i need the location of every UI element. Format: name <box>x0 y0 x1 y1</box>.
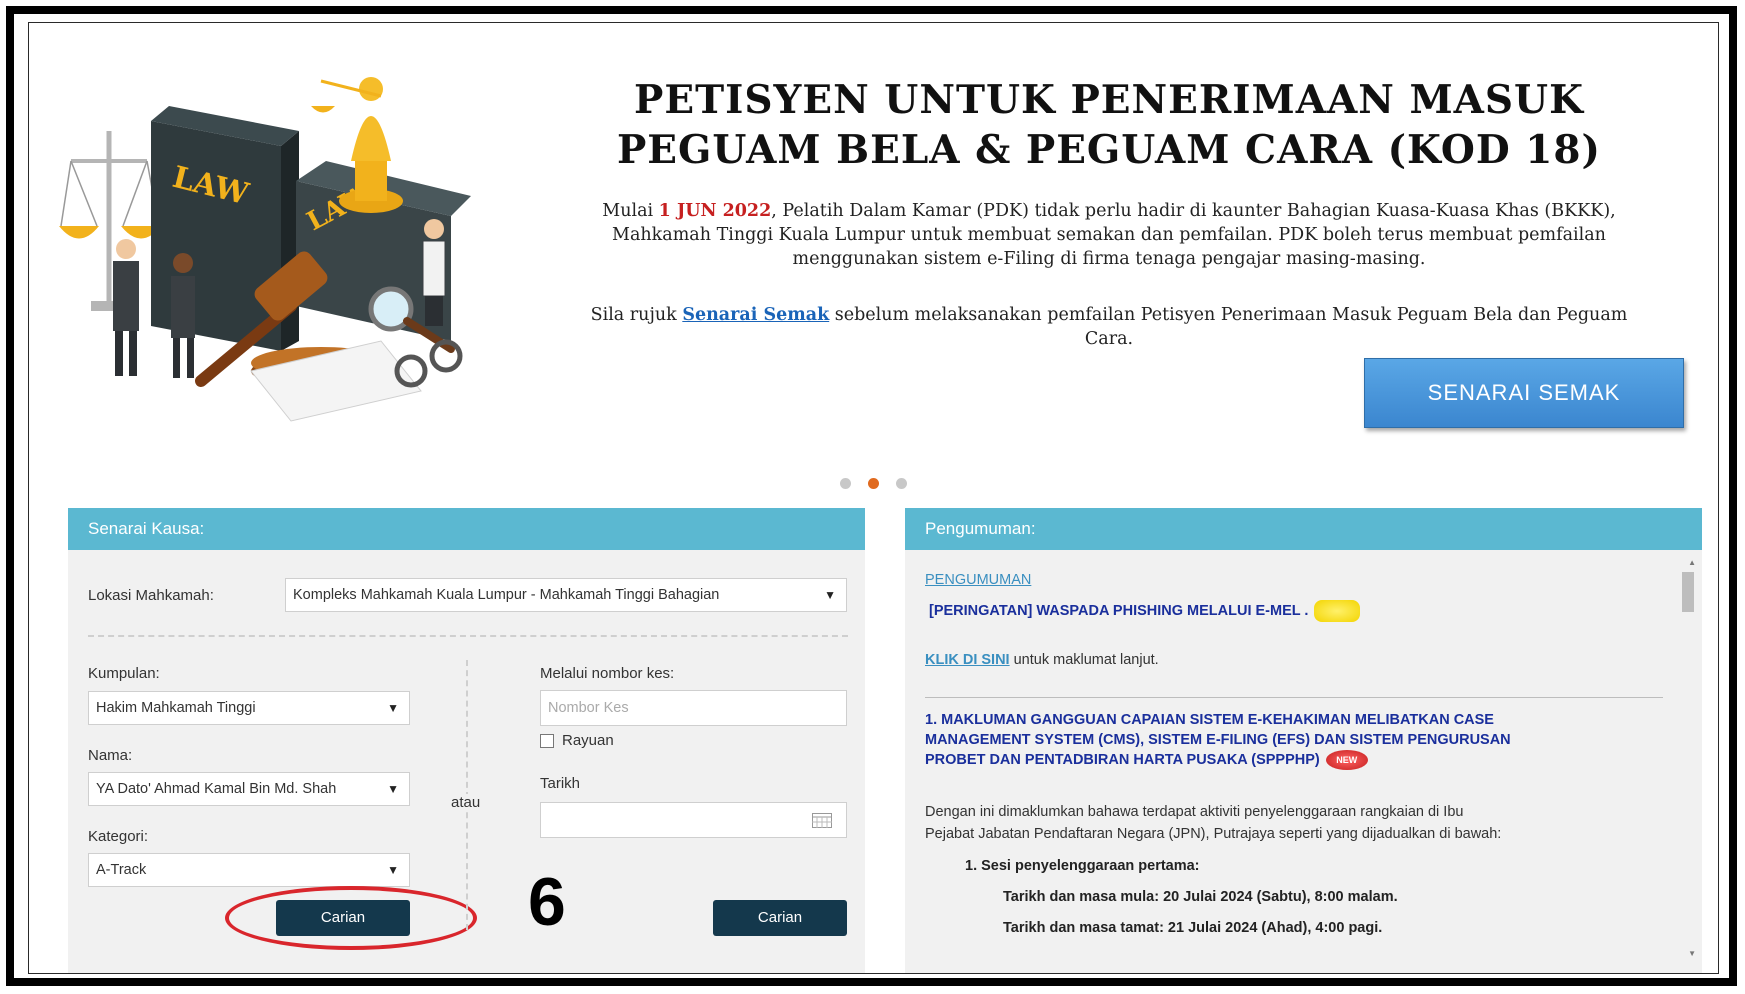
scales-icon <box>59 131 161 311</box>
banner-title-line1: PETISYEN UNTUK PENERIMAAN MASUK <box>634 77 1584 123</box>
scrollbar-thumb[interactable] <box>1682 572 1694 612</box>
notice-1-line3: PROBET DAN PENTADBIRAN HARTA PUSAKA (SPP… <box>925 750 1368 771</box>
notice-1-line2: MANAGEMENT SYSTEM (CMS), SISTEM E-FILING… <box>925 732 1511 748</box>
pengumuman-header: Pengumuman: <box>905 508 1702 550</box>
lokasi-value: Kompleks Mahkamah Kuala Lumpur - Mahkama… <box>293 587 720 603</box>
carian-button-right[interactable]: Carian <box>713 900 847 936</box>
lokasi-label: Lokasi Mahkamah: <box>88 587 214 604</box>
pengumuman-content[interactable]: PENGUMUMAN [PERINGATAN] WASPADA PHISHING… <box>905 550 1702 973</box>
sesi-1: 1. Sesi penyelenggaraan pertama: <box>965 858 1200 874</box>
tarikh-input[interactable] <box>540 802 847 838</box>
highlight-ellipse <box>225 886 477 950</box>
tarikh-mula: Tarikh dan masa mula: 20 Julai 2024 (Sab… <box>1003 889 1398 905</box>
nombor-kes-label: Melalui nombor kes: <box>540 665 675 682</box>
scroll-down-icon[interactable]: ▼ <box>1688 949 1696 958</box>
nama-select[interactable]: YA Dato' Ahmad Kamal Bin Md. Shah ▼ <box>88 772 410 806</box>
rayuan-label: Rayuan <box>562 732 614 749</box>
para2-rest: sebelum melaksanakan pemfailan Petisyen … <box>829 305 1628 349</box>
banner-paragraph-2: Sila rujuk Senarai Semak sebelum melaksa… <box>569 303 1649 351</box>
kategori-select[interactable]: A-Track ▼ <box>88 853 410 887</box>
pengumuman-title-link[interactable]: PENGUMUMAN <box>925 570 1031 591</box>
banner-title-line2: PEGUAM BELA & PEGUAM CARA (KOD 18) <box>616 127 1602 173</box>
divider <box>88 635 848 637</box>
chevron-down-icon: ▼ <box>824 588 836 602</box>
new-badge-icon: NEW <box>1325 750 1368 771</box>
page: LAW LAW PETISYEN UNTUK PENERIMAAN MASUK … <box>28 22 1719 974</box>
screenshot-frame: LAW LAW PETISYEN UNTUK PENERIMAAN MASUK … <box>6 6 1737 986</box>
klik-rest: untuk maklumat lanjut. <box>1009 652 1159 668</box>
warning-text: [PERINGATAN] WASPADA PHISHING MELALUI E-… <box>929 602 1309 619</box>
notice-1-text: PROBET DAN PENTADBIRAN HARTA PUSAKA (SPP… <box>925 752 1320 768</box>
kategori-value: A-Track <box>96 862 147 878</box>
senarai-semak-link[interactable]: Senarai Semak <box>682 305 829 325</box>
senarai-semak-button[interactable]: SENARAI SEMAK <box>1364 358 1684 428</box>
chevron-down-icon: ▼ <box>387 701 399 715</box>
chevron-down-icon: ▼ <box>387 782 399 796</box>
klik-line: KLIK DI SINI untuk maklumat lanjut. <box>925 650 1159 671</box>
separator <box>925 697 1663 698</box>
senarai-kausa-panel: Senarai Kausa: Lokasi Mahkamah: Kompleks… <box>68 508 865 973</box>
atau-label: atau <box>451 794 481 811</box>
scrollbar[interactable]: ▲ ▼ <box>1684 558 1698 958</box>
carousel-dot-2[interactable] <box>868 478 879 489</box>
kategori-label: Kategori: <box>88 828 149 845</box>
tarikh-label: Tarikh <box>540 775 581 792</box>
klik-di-sini-link[interactable]: KLIK DI SINI <box>925 652 1010 668</box>
notice-1-line1: 1. MAKLUMAN GANGGUAN CAPAIAN SISTEM E-KE… <box>925 712 1494 728</box>
important-badge-icon <box>1314 600 1361 622</box>
rayuan-checkbox[interactable] <box>540 734 554 748</box>
tarikh-tamat: Tarikh dan masa tamat: 21 Julai 2024 (Ah… <box>1003 920 1383 936</box>
banner-paragraph-1: Mulai 1 JUN 2022, Pelatih Dalam Kamar (P… <box>569 199 1649 271</box>
chevron-down-icon: ▼ <box>387 863 399 877</box>
kumpulan-value: Hakim Mahkamah Tinggi <box>96 700 256 716</box>
step-number-annotation: 6 <box>528 864 566 940</box>
carousel-dot-3[interactable] <box>896 478 907 489</box>
para1-prefix: Mulai <box>602 201 659 221</box>
lokasi-select[interactable]: Kompleks Mahkamah Kuala Lumpur - Mahkama… <box>285 578 847 612</box>
pengumuman-panel: Pengumuman: PENGUMUMAN [PERINGATAN] WASP… <box>905 508 1702 973</box>
body-line2: Pejabat Jabatan Pendaftaran Negara (JPN)… <box>925 826 1502 842</box>
banner-title: PETISYEN UNTUK PENERIMAAN MASUK PEGUAM B… <box>569 75 1649 175</box>
law-illustration: LAW LAW <box>59 77 471 422</box>
banner-slide: LAW LAW PETISYEN UNTUK PENERIMAAN MASUK … <box>29 23 1718 453</box>
calendar-icon[interactable] <box>812 813 832 828</box>
kumpulan-label: Kumpulan: <box>88 665 160 682</box>
phishing-warning: [PERINGATAN] WASPADA PHISHING MELALUI E-… <box>929 600 1361 622</box>
scroll-up-icon[interactable]: ▲ <box>1688 558 1696 567</box>
body-line1: Dengan ini dimaklumkan bahawa terdapat a… <box>925 804 1464 820</box>
nombor-kes-input[interactable]: Nombor Kes <box>540 690 847 726</box>
nama-value: YA Dato' Ahmad Kamal Bin Md. Shah <box>96 781 337 797</box>
para2-prefix: Sila rujuk <box>590 305 683 325</box>
nama-label: Nama: <box>88 747 133 764</box>
carousel-indicators <box>29 478 1718 489</box>
senarai-kausa-header: Senarai Kausa: <box>68 508 865 550</box>
kumpulan-select[interactable]: Hakim Mahkamah Tinggi ▼ <box>88 691 410 725</box>
carousel-dot-1[interactable] <box>840 478 851 489</box>
law-books-icon: LAW LAW <box>151 106 471 351</box>
para1-date-highlight: 1 JUN 2022 <box>658 201 772 221</box>
